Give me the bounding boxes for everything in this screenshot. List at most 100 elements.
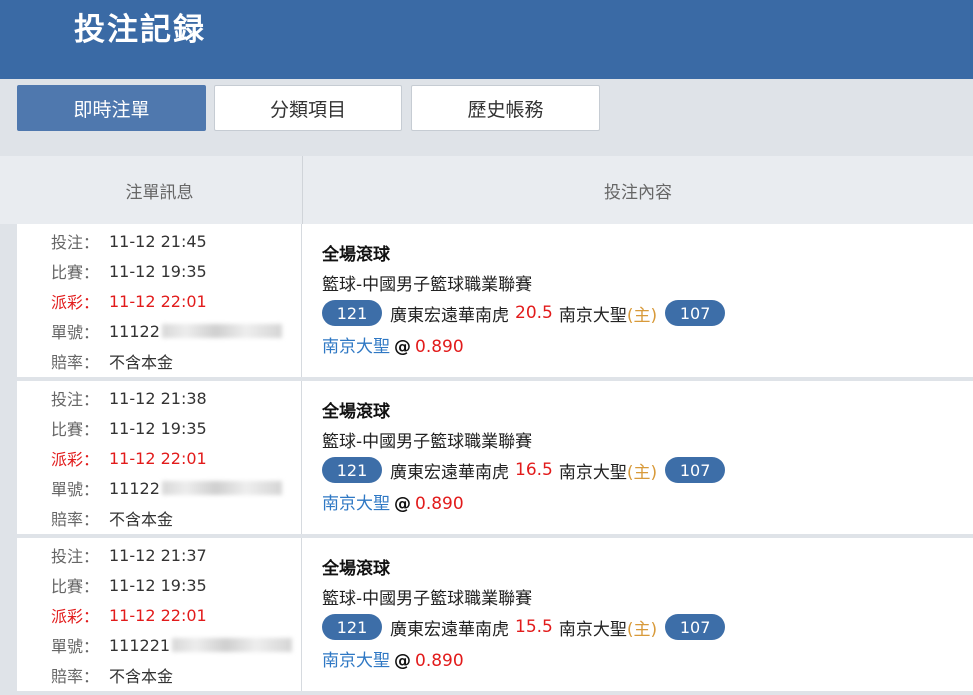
odds-value: 0.890 bbox=[415, 337, 464, 357]
match-line: 121 廣東宏遠華南虎 16.5 南京大聖 (主) 107 bbox=[322, 455, 726, 485]
tab-live-bets[interactable]: 即時注單 bbox=[17, 85, 206, 131]
home-team: 南京大聖 bbox=[558, 619, 627, 640]
value: 不含本金 bbox=[109, 510, 174, 529]
bet-info-cell: 投注： 11-12 21:45 比賽： 11-12 19:35 派彩： 11-12 2… bbox=[17, 224, 302, 377]
bet-time: 投注： 11-12 21:45 bbox=[51, 226, 207, 256]
odds-value: 0.890 bbox=[415, 494, 464, 514]
handicap: 20.5 bbox=[515, 303, 553, 323]
handicap: 15.5 bbox=[515, 617, 553, 637]
tab-categories[interactable]: 分類項目 bbox=[214, 85, 402, 131]
bet-type: 全場滾球 bbox=[322, 402, 390, 422]
home-score-badge: 107 bbox=[665, 457, 726, 483]
label: 單號： bbox=[51, 323, 100, 342]
odds-value: 0.890 bbox=[415, 651, 464, 671]
away-score-badge: 121 bbox=[322, 457, 382, 483]
value: 11122 bbox=[109, 321, 160, 341]
bet-info-cell: 投注： 11-12 21:38 比賽： 11-12 19:35 派彩： 11-12 2… bbox=[17, 381, 302, 534]
away-team: 廣東宏遠華南虎 bbox=[390, 462, 509, 483]
home-score-badge: 107 bbox=[665, 300, 726, 326]
picked-team: 南京大聖 bbox=[322, 651, 390, 671]
home-marker: (主) bbox=[626, 305, 658, 326]
odds-type: 賠率： 不含本金 bbox=[51, 660, 173, 690]
value: 11-12 22:01 bbox=[109, 605, 207, 625]
bet-info-cell: 投注： 11-12 21:37 比賽： 11-12 19:35 派彩： 11-12 2… bbox=[17, 538, 302, 691]
value: 11-12 21:45 bbox=[109, 231, 207, 251]
tab-history[interactable]: 歷史帳務 bbox=[411, 85, 600, 131]
at-sign: @ bbox=[394, 337, 411, 357]
value: 11-12 22:01 bbox=[109, 291, 207, 311]
label: 投注： bbox=[51, 233, 100, 252]
pick-line: 南京大聖 @0.890 bbox=[322, 646, 464, 671]
order-number: 單號： 111221 bbox=[51, 630, 293, 660]
order-number: 單號： 11122 bbox=[51, 473, 282, 503]
payout-time: 派彩： 11-12 22:01 bbox=[51, 443, 207, 473]
label: 賠率： bbox=[51, 510, 100, 529]
pick-line: 南京大聖 @0.890 bbox=[322, 332, 464, 357]
label: 比賽： bbox=[51, 577, 100, 596]
home-score-badge: 107 bbox=[665, 614, 726, 640]
league-name: 籃球-中國男子籃球職業聯賽 bbox=[322, 275, 533, 295]
match-line: 121 廣東宏遠華南虎 20.5 南京大聖 (主) 107 bbox=[322, 298, 726, 328]
payout-time: 派彩： 11-12 22:01 bbox=[51, 600, 207, 630]
handicap: 16.5 bbox=[515, 460, 553, 480]
match-time: 比賽： 11-12 19:35 bbox=[51, 256, 207, 286]
match-line: 121 廣東宏遠華南虎 15.5 南京大聖 (主) 107 bbox=[322, 612, 726, 642]
label: 賠率： bbox=[51, 353, 100, 372]
match-time: 比賽： 11-12 19:35 bbox=[51, 570, 207, 600]
table-header: 注單訊息 投注內容 bbox=[0, 156, 973, 224]
value: 11-12 21:38 bbox=[109, 388, 207, 408]
away-score-badge: 121 bbox=[322, 614, 382, 640]
at-sign: @ bbox=[394, 494, 411, 514]
bet-type: 全場滾球 bbox=[322, 245, 390, 265]
label: 單號： bbox=[51, 637, 100, 656]
table-row: 投注： 11-12 21:45 比賽： 11-12 19:35 派彩： 11-12 2… bbox=[17, 224, 973, 379]
home-team: 南京大聖 bbox=[558, 462, 627, 483]
label: 派彩： bbox=[51, 450, 100, 469]
value: 11-12 19:35 bbox=[109, 575, 207, 595]
odds-type: 賠率： 不含本金 bbox=[51, 503, 173, 533]
label: 派彩： bbox=[51, 607, 100, 626]
label: 派彩： bbox=[51, 293, 100, 312]
bet-time: 投注： 11-12 21:38 bbox=[51, 383, 207, 413]
bet-content-cell: 全場滾球 籃球-中國男子籃球職業聯賽 121 廣東宏遠華南虎 15.5 南京大聖… bbox=[303, 538, 973, 691]
value: 111221 bbox=[109, 635, 171, 655]
at-sign: @ bbox=[394, 651, 411, 671]
bet-content-cell: 全場滾球 籃球-中國男子籃球職業聯賽 121 廣東宏遠華南虎 20.5 南京大聖… bbox=[303, 224, 973, 377]
label: 投注： bbox=[51, 390, 100, 409]
label: 賠率： bbox=[51, 667, 100, 686]
value: 11-12 19:35 bbox=[109, 261, 207, 281]
label: 比賽： bbox=[51, 420, 100, 439]
column-header-info: 注單訊息 bbox=[125, 182, 194, 203]
odds-type: 賠率： 不含本金 bbox=[51, 346, 173, 376]
picked-team: 南京大聖 bbox=[322, 337, 390, 357]
payout-time: 派彩： 11-12 22:01 bbox=[51, 286, 207, 316]
pick-line: 南京大聖 @0.890 bbox=[322, 489, 464, 514]
home-marker: (主) bbox=[626, 619, 658, 640]
bet-type: 全場滾球 bbox=[322, 559, 390, 579]
tab-bar: 即時注單 分類項目 歷史帳務 bbox=[0, 79, 973, 140]
value: 11-12 19:35 bbox=[109, 418, 207, 438]
order-number: 單號： 11122 bbox=[51, 316, 282, 346]
value: 11122 bbox=[109, 478, 160, 498]
label: 比賽： bbox=[51, 263, 100, 282]
home-team: 南京大聖 bbox=[558, 305, 627, 326]
match-time: 比賽： 11-12 19:35 bbox=[51, 413, 207, 443]
page-title: 投注記録 bbox=[74, 12, 206, 48]
bet-time: 投注： 11-12 21:37 bbox=[51, 540, 207, 570]
page-header: 投注記録 bbox=[0, 0, 973, 79]
away-score-badge: 121 bbox=[322, 300, 382, 326]
bet-content-cell: 全場滾球 籃球-中國男子籃球職業聯賽 121 廣東宏遠華南虎 16.5 南京大聖… bbox=[303, 381, 973, 534]
label: 投注： bbox=[51, 547, 100, 566]
redacted-blur bbox=[161, 324, 282, 338]
value: 11-12 22:01 bbox=[109, 448, 207, 468]
table-row: 投注： 11-12 21:38 比賽： 11-12 19:35 派彩： 11-12 2… bbox=[17, 381, 973, 536]
redacted-blur bbox=[172, 638, 293, 652]
away-team: 廣東宏遠華南虎 bbox=[390, 305, 509, 326]
bet-records-table: 注單訊息 投注內容 投注： 11-12 21:45 比賽： 11-12 19:35 … bbox=[0, 140, 973, 695]
column-header-content: 投注內容 bbox=[302, 156, 973, 224]
league-name: 籃球-中國男子籃球職業聯賽 bbox=[322, 432, 533, 452]
away-team: 廣東宏遠華南虎 bbox=[390, 619, 509, 640]
label: 單號： bbox=[51, 480, 100, 499]
picked-team: 南京大聖 bbox=[322, 494, 390, 514]
table-row: 投注： 11-12 21:37 比賽： 11-12 19:35 派彩： 11-12 2… bbox=[17, 538, 973, 693]
